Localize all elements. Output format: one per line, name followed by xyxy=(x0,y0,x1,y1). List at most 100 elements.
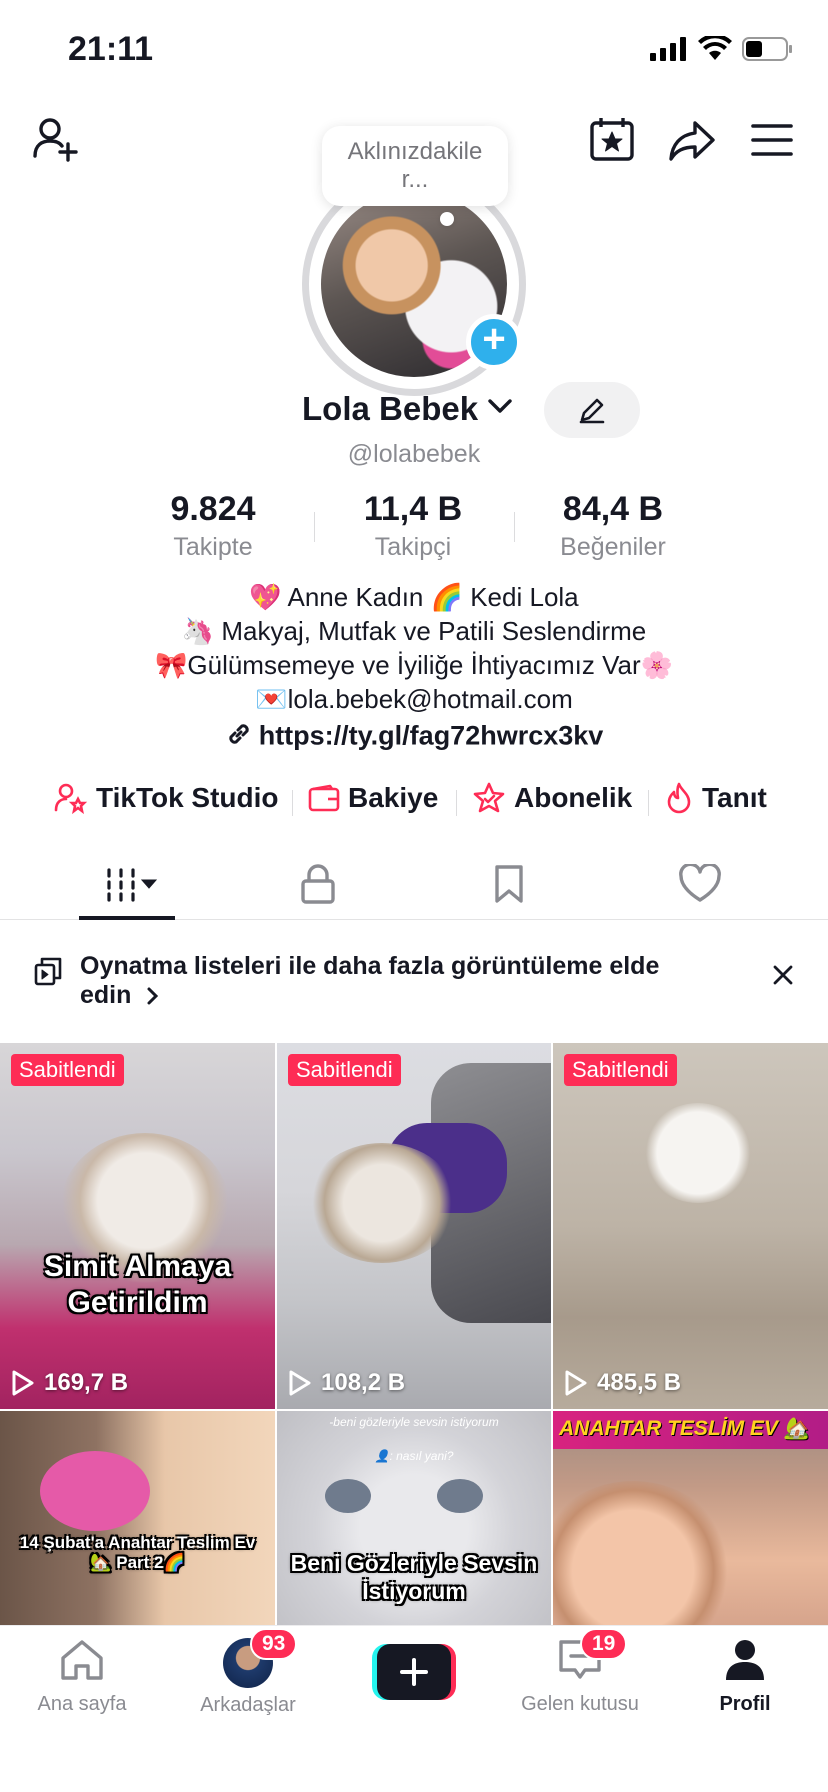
quick-links: TikTok Studio Bakiye Abonelik Tanıt xyxy=(0,782,828,822)
quick-link-promote[interactable]: Tanıt xyxy=(664,782,767,814)
stat-label: Takipçi xyxy=(374,533,452,561)
nav-inbox[interactable]: Gelen kutusu 19 xyxy=(500,1628,660,1716)
overlay-small-text: -beni gözleriyle sevsin istiyorum xyxy=(329,1415,499,1429)
profile-name[interactable]: Lola Bebek xyxy=(302,390,478,428)
nav-label: Arkadaşlar xyxy=(200,1694,296,1716)
profile-handle: @lolabebek xyxy=(347,440,481,468)
signal-icon xyxy=(650,37,686,61)
create-button[interactable] xyxy=(372,1644,456,1700)
video-thumbnail[interactable]: Sabitlendi 485,5 B xyxy=(553,1043,828,1409)
video-thumbnail[interactable]: Sabitlendi Simit Almaya Getirildim 169,7… xyxy=(0,1043,275,1409)
menu-icon[interactable] xyxy=(744,112,800,168)
video-thumbnail[interactable]: -beni gözleriyle sevsin istiyorum 👤: nas… xyxy=(277,1411,551,1625)
wallet-icon xyxy=(308,784,340,812)
share-icon[interactable] xyxy=(664,112,720,168)
notification-badge: 93 xyxy=(250,1628,298,1660)
star-badge-icon xyxy=(473,782,505,813)
nav-home[interactable]: Ana sayfa xyxy=(2,1638,162,1716)
cat-shape xyxy=(643,1103,753,1203)
bio-line: 🦄 Makyaj, Mutfak ve Patili Seslendirme xyxy=(181,616,647,646)
profile-link[interactable]: https://ty.gl/fag72hwrcx3kv xyxy=(0,720,828,755)
promo-text-label: Oynatma listeleri ile daha fazla görüntü… xyxy=(80,952,660,1009)
video-thumbnail[interactable]: Sabitlendi 108,2 B xyxy=(277,1043,551,1409)
play-icon xyxy=(12,1370,34,1396)
wifi-icon xyxy=(698,36,732,60)
cat-eye xyxy=(325,1479,371,1513)
stat-followers[interactable]: 11,4 B Takipçi xyxy=(313,490,513,562)
view-count-text: 108,2 B xyxy=(321,1369,406,1396)
create-plus-icon xyxy=(400,1658,428,1686)
play-icon xyxy=(289,1370,311,1396)
active-tab-indicator xyxy=(79,916,175,920)
bookmark-icon xyxy=(495,865,523,903)
status-time: 21:11 xyxy=(68,30,154,68)
chevron-down-icon[interactable] xyxy=(486,396,514,416)
bio-line: 💖 Anne Kadın 🌈 Kedi Lola xyxy=(249,582,579,612)
quick-link-tiktok-studio[interactable]: TikTok Studio xyxy=(54,782,279,814)
quick-link-subscription[interactable]: Abonelik xyxy=(472,782,632,814)
video-caption: Simit Almaya Getirildim xyxy=(43,1250,232,1319)
stat-label: Takipte xyxy=(173,533,253,561)
video-grid: Sabitlendi Simit Almaya Getirildim 169,7… xyxy=(0,1043,828,1625)
stat-value: 84,4 B xyxy=(562,490,664,528)
stat-value: 9.824 xyxy=(170,490,256,528)
battery-icon xyxy=(742,37,792,61)
grid-bars-icon xyxy=(107,868,158,902)
video-caption: ANAHTAR TESLİM EV 🏡 xyxy=(559,1417,810,1440)
nav-label: Ana sayfa xyxy=(37,1693,127,1715)
close-icon[interactable] xyxy=(772,964,794,986)
bio-line: 💌lola.bebek@hotmail.com xyxy=(255,684,573,714)
stat-value: 11,4 B xyxy=(363,490,463,528)
person-star-icon xyxy=(54,783,88,814)
quick-link-label: Abonelik xyxy=(514,782,633,813)
pinned-badge: Sabitlendi xyxy=(11,1054,124,1086)
edit-profile-button[interactable] xyxy=(544,382,640,438)
video-thumbnail[interactable]: ANAHTAR TESLİM EV 🏡 xyxy=(553,1411,828,1625)
stat-following[interactable]: 9.824 Takipte xyxy=(113,490,313,562)
nav-friends[interactable]: Arkadaşlar 93 xyxy=(168,1628,328,1717)
profile-stats: 9.824 Takipte 11,4 B Takipçi 84,4 B Beğe… xyxy=(0,490,828,570)
status-icons xyxy=(650,36,794,62)
quick-link-balance[interactable]: Bakiye xyxy=(308,782,438,814)
thought-bubble-text: Aklınızdakile r... xyxy=(347,138,483,193)
view-count-text: 169,7 B xyxy=(44,1369,129,1396)
nav-profile[interactable]: Profil xyxy=(665,1638,825,1716)
video-thumbnail[interactable]: 14 Şubat'a Anahtar Teslim Ev 🏡 Part 2🌈 xyxy=(0,1411,275,1625)
add-story-plus-icon[interactable]: + xyxy=(466,314,522,370)
nav-label: Gelen kutusu xyxy=(521,1693,639,1715)
add-friend-icon[interactable] xyxy=(28,112,84,168)
home-icon xyxy=(61,1640,103,1680)
playlist-icon xyxy=(34,957,62,986)
view-count: 108,2 B xyxy=(287,1369,405,1397)
view-count-text: 485,5 B xyxy=(597,1369,682,1396)
tab-saved[interactable] xyxy=(459,848,559,920)
notification-badge: 19 xyxy=(580,1628,628,1660)
pinned-badge: Sabitlendi xyxy=(288,1054,401,1086)
playlist-promo-banner[interactable]: Oynatma listeleri ile daha fazla görüntü… xyxy=(0,922,828,1042)
hat-shape xyxy=(40,1451,150,1531)
bottom-nav: Ana sayfa Arkadaşlar 93 Gelen kutusu 19 … xyxy=(0,1625,828,1792)
profile-name-row: Lola Bebek xyxy=(0,382,828,438)
cat-shape xyxy=(307,1143,457,1263)
lock-icon xyxy=(301,864,335,904)
pencil-icon xyxy=(579,398,605,424)
tab-liked[interactable] xyxy=(650,848,750,920)
stat-label: Beğeniler xyxy=(560,533,666,561)
quick-link-label: Tanıt xyxy=(702,782,767,813)
thought-bubble[interactable]: Aklınızdakile r... xyxy=(322,126,508,226)
status-bar: 21:11 xyxy=(0,0,828,100)
chevron-right-icon xyxy=(147,987,159,1005)
quick-link-label: Bakiye xyxy=(348,782,439,813)
stat-likes[interactable]: 84,4 B Beğeniler xyxy=(513,490,713,562)
profile-link-text: https://ty.gl/fag72hwrcx3kv xyxy=(258,720,604,751)
quick-link-divider xyxy=(456,790,457,816)
face-shape xyxy=(553,1481,733,1625)
tab-private[interactable] xyxy=(268,848,368,920)
tab-videos[interactable] xyxy=(77,848,177,920)
bio-line: 🎀Gülümsemeye ve İyiliğe İhtiyacımız Var🌸 xyxy=(155,650,673,680)
calendar-star-icon[interactable] xyxy=(584,112,640,168)
quick-link-label: TikTok Studio xyxy=(96,782,279,813)
video-caption: 14 Şubat'a Anahtar Teslim Ev 🏡 Part 2🌈 xyxy=(19,1533,256,1572)
video-caption: Beni Gözleriyle Sevsin İstiyorum xyxy=(290,1550,538,1604)
heart-icon xyxy=(679,864,721,902)
